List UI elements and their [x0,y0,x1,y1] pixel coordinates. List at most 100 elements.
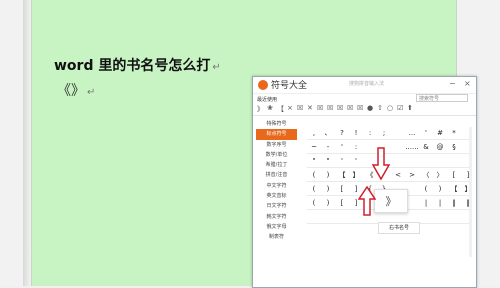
symbol-cell[interactable]: ' [335,155,349,167]
recent-symbol[interactable]: ● [367,104,373,112]
symbol-cell[interactable]: " [307,155,321,167]
symbol-cell[interactable] [405,155,419,167]
up-arrow-icon [358,186,376,216]
sidebar-item[interactable]: 数学/单位 [253,150,300,160]
recent-symbol[interactable]: 》 [257,104,264,114]
symbol-cell[interactable]: § [447,141,461,153]
grid-divider [307,139,469,140]
recent-symbol[interactable]: 【 [277,104,284,114]
minimize-button[interactable]: − [449,79,456,88]
recent-symbol[interactable]: ⬆ [407,104,413,112]
symbol-cell[interactable]: ...... [405,141,419,153]
page-shadow [23,0,31,286]
symbol-cell[interactable]: ) [321,197,335,209]
symbol-cell[interactable]: ' [349,155,363,167]
symbol-cell[interactable]: 】 [461,183,475,195]
symbol-cell[interactable] [335,211,349,223]
symbol-cell[interactable]: 〉 [433,169,447,181]
symbol-cell[interactable] [307,211,321,223]
recent-symbol[interactable]: ☑ [397,104,403,112]
sidebar-item[interactable]: 韩文字符 [253,212,300,222]
recent-symbol[interactable]: ☒ [347,104,353,112]
symbol-cell[interactable] [447,211,461,223]
recent-symbol[interactable]: ✕ [307,104,313,112]
recent-label: 最近使用 [257,97,278,103]
symbol-cell[interactable] [433,155,447,167]
symbol-cell[interactable]: [ [447,169,461,181]
paragraph-mark-icon: ↵ [87,87,96,98]
symbol-cell[interactable]: ... [405,127,419,139]
symbol-cell[interactable]: ) [321,183,335,195]
symbol-cell[interactable] [419,211,433,223]
symbol-search-input[interactable]: 搜索符号 [416,94,468,102]
symbol-cell[interactable]: 【 [335,169,349,181]
sidebar-item[interactable]: 拼音/注音 [253,170,300,180]
symbol-cell[interactable]: # [433,127,447,139]
recent-symbol[interactable]: ☒ [327,104,333,112]
symbol-cell[interactable]: - [321,141,335,153]
symbol-cell[interactable]: " [321,155,335,167]
recent-symbol[interactable]: ☒ [317,104,323,112]
document-heading: word 里的书名号怎么打 ↵ [54,55,221,75]
symbol-cell[interactable]: ? [335,127,349,139]
symbol-cell[interactable]: ' [419,127,433,139]
symbol-cell[interactable]: ( [307,197,321,209]
symbol-cell[interactable]: ‖ [447,197,461,209]
recent-symbol[interactable]: ☒ [337,104,343,112]
symbol-cell[interactable]: ! [349,127,363,139]
sidebar-item[interactable]: 数字序号 [253,140,300,150]
close-button[interactable]: × [464,79,471,88]
sidebar-item[interactable]: 希腊/拉丁 [253,160,300,170]
symbol-cell[interactable]: ‖ [461,197,475,209]
symbol-cell[interactable] [433,211,447,223]
symbol-cell[interactable]: 〈 [419,169,433,181]
symbol-cell[interactable]: ( [307,183,321,195]
symbol-cell[interactable] [447,155,461,167]
symbol-cell[interactable]: 、 [321,127,335,139]
symbol-cell[interactable] [391,127,405,139]
symbol-cell[interactable]: ] [461,169,475,181]
symbol-cell[interactable]: @ [433,141,447,153]
sidebar-item[interactable]: 中文字符 [253,181,300,191]
sidebar-item[interactable]: 英文音标 [253,191,300,201]
symbol-cell[interactable] [391,155,405,167]
category-sidebar: 特殊符号 标点符号 数字序号 数学/单位 希腊/拉丁 拼音/注音 中文字符 英文音标 日文字符韩… [253,119,300,243]
sidebar-item[interactable]: 制表符 [253,232,300,242]
recent-symbol[interactable]: ☒ [357,104,363,112]
symbol-cell[interactable]: < [391,169,405,181]
symbol-cell[interactable]: [ [335,197,349,209]
symbol-cell[interactable]: , [307,127,321,139]
symbol-cell[interactable]: [ [335,183,349,195]
symbol-cell[interactable] [419,155,433,167]
symbol-cell[interactable]: ( [419,183,433,195]
symbol-cell[interactable]: | [433,197,447,209]
symbol-cell[interactable]: : [349,141,363,153]
sidebar-item[interactable]: 特殊符号 [253,119,300,129]
symbol-cell[interactable]: ( [307,169,321,181]
recent-symbol[interactable]: ⇧ [377,104,383,112]
symbol-cell[interactable]: ~ [307,141,321,153]
symbol-cell[interactable] [391,141,405,153]
symbol-cell[interactable]: ; [377,127,391,139]
symbol-cell[interactable]: & [419,141,433,153]
sidebar-item[interactable]: 标点符号 [256,129,297,140]
recent-symbol[interactable]: ☒ [297,104,303,112]
sidebar-item[interactable]: 俄文字母 [253,222,300,232]
symbol-cell[interactable] [461,211,475,223]
sogou-logo-icon [258,80,268,90]
symbol-cell[interactable]: : [363,127,377,139]
symbol-cell[interactable]: 【 [447,183,461,195]
sidebar-item[interactable]: 日文字符 [253,201,300,211]
recent-symbol[interactable]: × [287,104,293,112]
symbol-cell[interactable] [321,211,335,223]
symbol-cell[interactable]: | [419,197,433,209]
recent-symbol[interactable]: ○ [387,104,393,112]
symbol-cell[interactable]: * [447,127,461,139]
symbol-cell[interactable]: ' [335,141,349,153]
symbol-cell[interactable]: ) [321,169,335,181]
symbol-cell[interactable]: ) [433,183,447,195]
symbol-cell[interactable]: 】 [349,169,363,181]
scrollbar[interactable] [469,127,472,257]
recent-symbol[interactable]: ❀ [267,104,273,112]
symbol-cell[interactable]: > [405,169,419,181]
